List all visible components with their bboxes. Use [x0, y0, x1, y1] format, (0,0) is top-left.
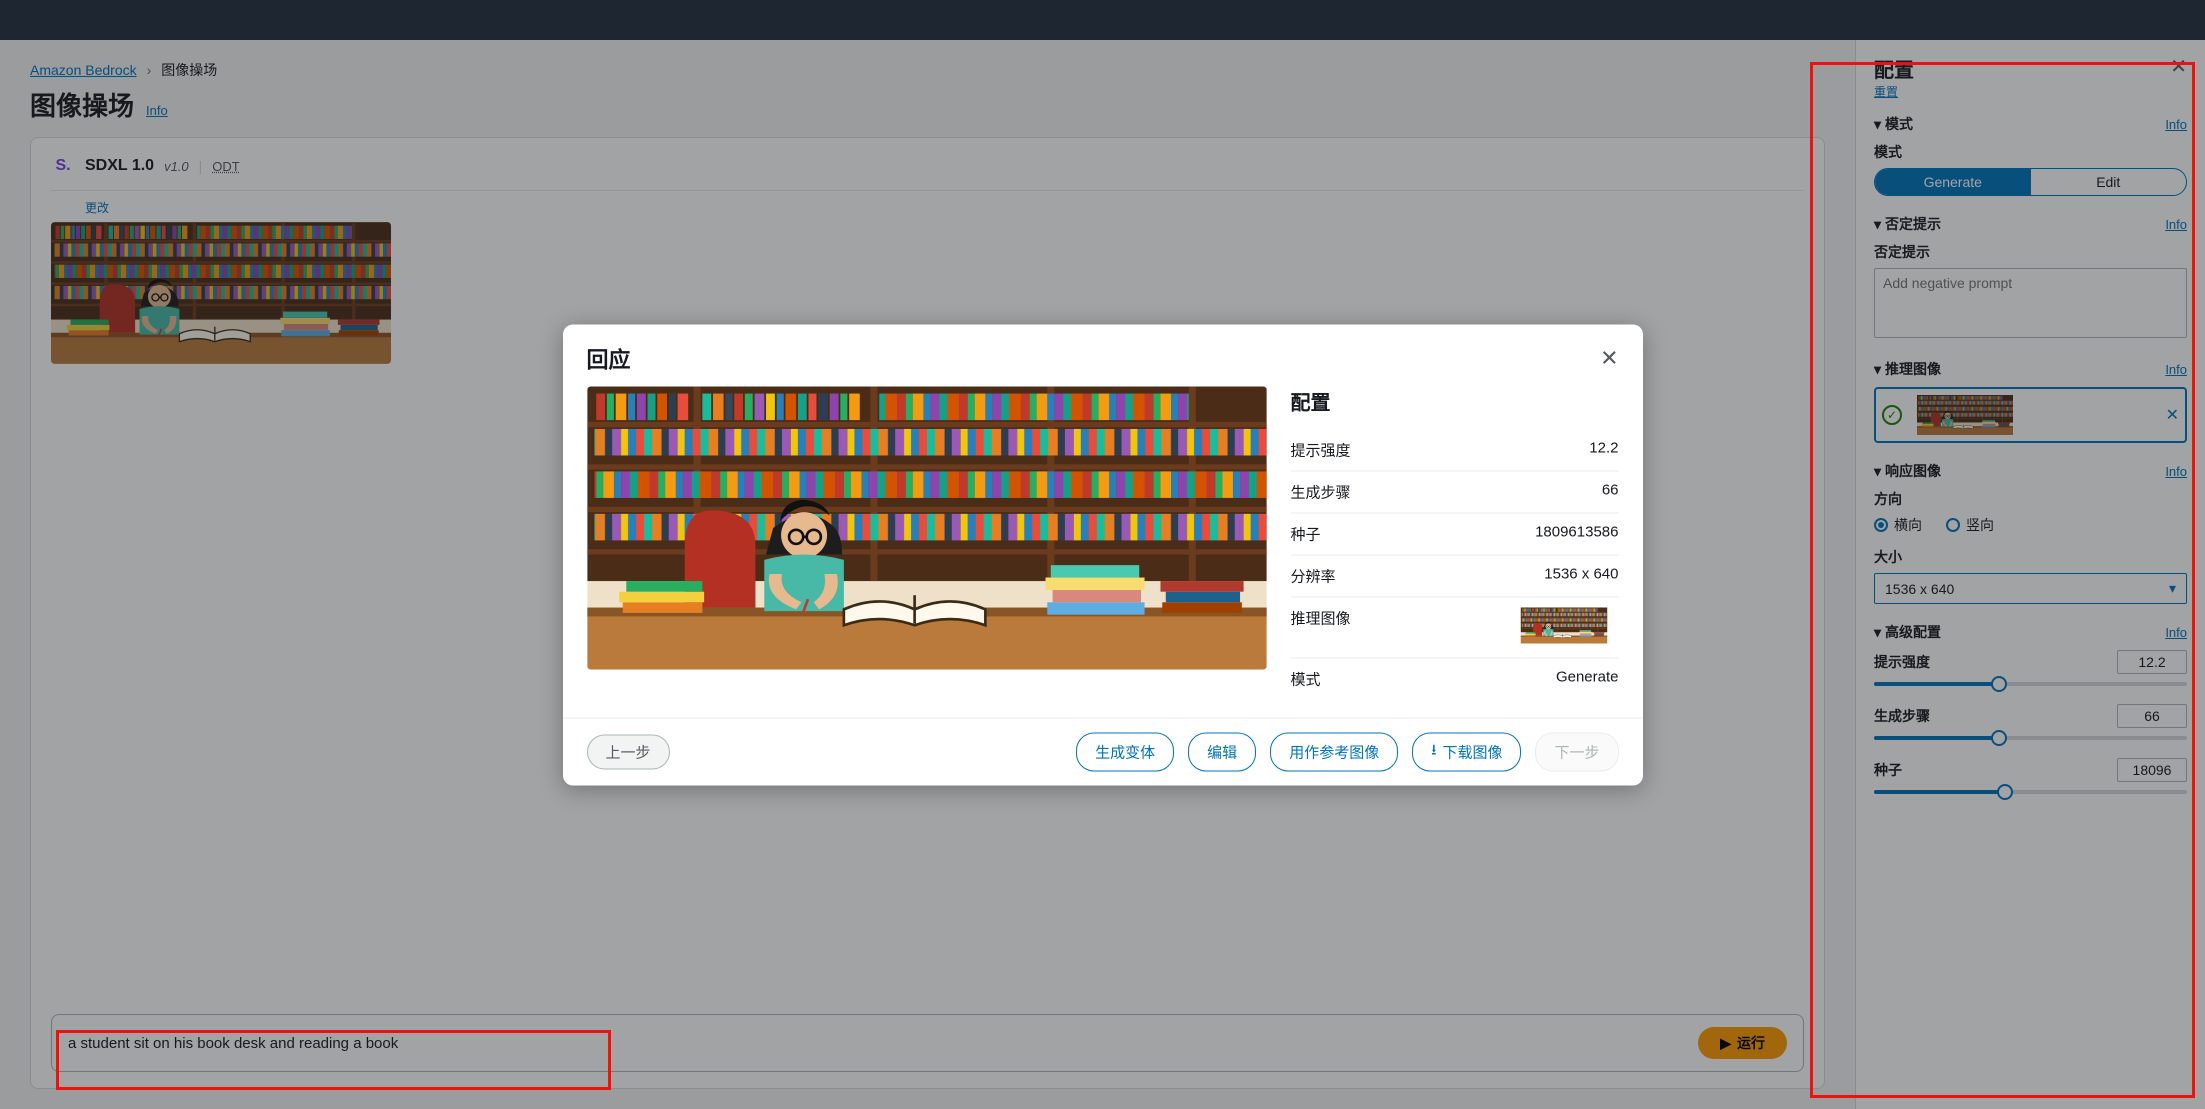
response-modal: 回应 ✕ 配置 提示强度12.2 生成步骤66 种子1809613586 分辨率… — [563, 324, 1643, 785]
use-as-reference-button[interactable]: 用作参考图像 — [1270, 732, 1398, 771]
cfg-row-resolution: 分辨率1536 x 640 — [1291, 555, 1619, 597]
generate-variants-button[interactable]: 生成变体 — [1076, 732, 1174, 771]
cfg-row-prompt-strength: 提示强度12.2 — [1291, 429, 1619, 471]
download-button[interactable]: ⭳ 下载图像 — [1412, 732, 1521, 771]
close-icon[interactable]: ✕ — [1600, 345, 1618, 371]
modal-title: 回应 — [587, 342, 631, 374]
modal-config-title: 配置 — [1291, 386, 1619, 415]
cfg-row-mode: 模式Generate — [1291, 658, 1619, 699]
next-button: 下一步 — [1535, 732, 1618, 771]
reference-image-thumb — [1509, 607, 1619, 643]
cfg-row-steps: 生成步骤66 — [1291, 471, 1619, 513]
edit-button[interactable]: 编辑 — [1188, 732, 1256, 771]
download-icon: ⭳ — [1431, 739, 1436, 764]
prev-button[interactable]: 上一步 — [587, 734, 670, 769]
cfg-row-seed: 种子1809613586 — [1291, 513, 1619, 555]
cfg-row-refimg: 推理图像 — [1291, 597, 1619, 658]
modal-image — [587, 386, 1267, 699]
